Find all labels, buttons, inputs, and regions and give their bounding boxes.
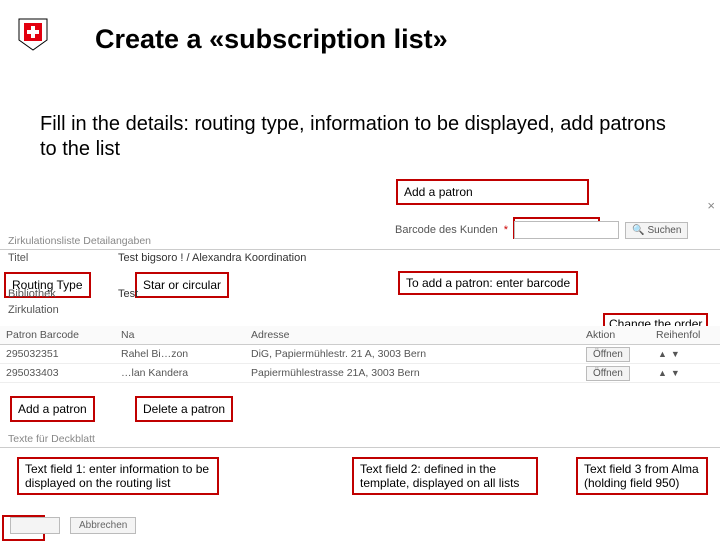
slide-title: Create a «subscription list» (95, 24, 448, 55)
bibliothek-value: Test (118, 288, 138, 300)
cell-name: …lan Kandera (115, 364, 245, 383)
swiss-shield-logo (18, 18, 48, 51)
annot-textfield-1: Text field 1: enter information to be di… (17, 457, 219, 495)
chevron-up-icon[interactable]: ▲ (656, 368, 669, 378)
zirkulation-label: Zirkulation (8, 304, 118, 316)
detail-row-bibliothek: Bibliothek Test (0, 286, 720, 302)
reorder-cell: ▲▼ (650, 364, 720, 383)
save-button-grey[interactable] (10, 517, 60, 534)
section-header-cover: Texte für Deckblatt (0, 431, 720, 448)
close-icon[interactable]: × (707, 198, 715, 213)
annot-add-patron-header: Add a patron (396, 179, 589, 205)
cell-name: Rahel Bi…zon (115, 345, 245, 364)
chevron-down-icon[interactable]: ▼ (669, 368, 682, 378)
bottom-button-row: Abbrechen (10, 517, 136, 534)
open-button[interactable]: Öffnen (586, 366, 630, 381)
cell-adresse: DiG, Papiermühlestr. 21 A, 3003 Bern (245, 345, 580, 364)
bibliothek-label: Bibliothek (8, 288, 118, 300)
cancel-button[interactable]: Abbrechen (70, 517, 136, 534)
detail-row-zirkulation: Zirkulation (0, 302, 720, 318)
cell-barcode: 295032351 (0, 345, 115, 364)
th-name: Na (115, 326, 245, 345)
slide-instruction: Fill in the details: routing type, infor… (40, 112, 680, 162)
th-adresse: Adresse (245, 326, 580, 345)
th-reihenfolge: Reihenfol (650, 326, 720, 345)
table-header-row: Patron Barcode Na Adresse Aktion Reihenf… (0, 326, 720, 345)
search-button[interactable]: 🔍 Suchen (625, 222, 688, 239)
magnifier-icon: 🔍 (632, 225, 644, 236)
open-button[interactable]: Öffnen (586, 347, 630, 362)
table-row: 295033403 …lan Kandera Papiermühlestrass… (0, 364, 720, 383)
chevron-down-icon[interactable]: ▼ (669, 349, 682, 359)
detail-row-titel: Titel Test bigsoro ! / Alexandra Koordin… (0, 250, 720, 266)
chevron-up-icon[interactable]: ▲ (656, 349, 669, 359)
barcode-label: Barcode des Kunden (395, 224, 498, 236)
search-button-label: Suchen (647, 225, 681, 236)
annot-textfield-3: Text field 3 from Alma (holding field 95… (576, 457, 708, 495)
th-aktion: Aktion (580, 326, 650, 345)
titel-label: Titel (8, 252, 118, 264)
th-barcode: Patron Barcode (0, 326, 115, 345)
required-asterisk: * (504, 224, 508, 236)
patron-table: Patron Barcode Na Adresse Aktion Reihenf… (0, 326, 720, 383)
barcode-input[interactable] (514, 221, 619, 239)
titel-value: Test bigsoro ! / Alexandra Koordination (118, 252, 306, 264)
reorder-cell: ▲▼ (650, 345, 720, 364)
annot-textfield-2: Text field 2: defined in the template, d… (352, 457, 538, 495)
table-row: 295032351 Rahel Bi…zon DiG, Papiermühles… (0, 345, 720, 364)
cell-barcode: 295033403 (0, 364, 115, 383)
barcode-row: Barcode des Kunden * 🔍 Suchen (395, 221, 688, 239)
cell-adresse: Papiermühlestrasse 21A, 3003 Bern (245, 364, 580, 383)
app-area: × Barcode des Kunden * 🔍 Suchen Zirkulat… (0, 205, 720, 448)
